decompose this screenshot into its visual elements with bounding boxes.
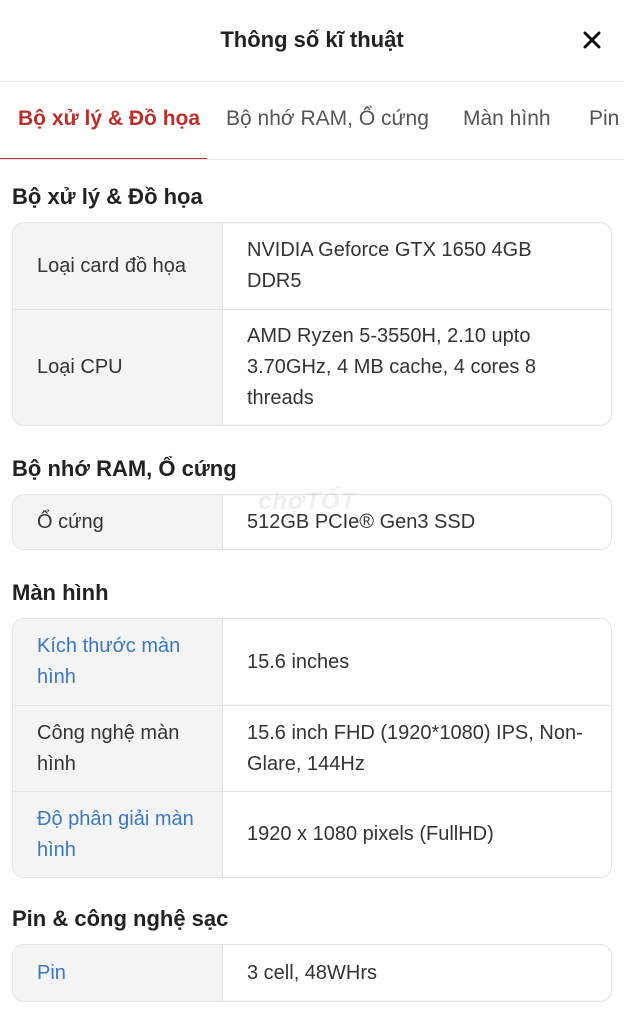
spec-table-processor: Loại card đồ họa NVIDIA Geforce GTX 1650… <box>12 222 612 426</box>
spec-label-storage: Ổ cứng <box>13 495 223 549</box>
spec-value-cpu: AMD Ryzen 5-3550H, 2.10 upto 3.70GHz, 4 … <box>247 325 537 409</box>
tab-processor-graphics[interactable]: Bộ xử lý & Đồ họa <box>18 107 200 131</box>
spec-row: Công nghệ màn hình 15.6 inch FHD (1920*1… <box>13 705 611 791</box>
spec-label-screen-tech: Công nghệ màn hình <box>13 706 223 791</box>
spec-value-resolution: 1920 x 1080 pixels (FullHD) <box>247 823 494 845</box>
spec-label-resolution-link[interactable]: Độ phân giải màn hình <box>13 792 223 877</box>
spec-table-battery: Pin 3 cell, 48WHrs <box>12 944 612 1002</box>
spec-value-gpu: NVIDIA Geforce GTX 1650 4GB DDR5 <box>247 239 532 292</box>
spec-label-battery-link[interactable]: Pin <box>13 945 223 1001</box>
spec-label-gpu: Loại card đồ họa <box>13 223 223 309</box>
spec-table-display: Kích thước màn hình 15.6 inches Công ngh… <box>12 618 612 878</box>
spec-value-screen-size: 15.6 inches <box>247 650 350 673</box>
section-title-display: Màn hình <box>12 580 109 605</box>
spec-label-screen-size-link[interactable]: Kích thước màn hình <box>13 619 223 705</box>
spec-row: Loại card đồ họa NVIDIA Geforce GTX 1650… <box>13 223 611 309</box>
tab-display[interactable]: Màn hình <box>463 107 551 131</box>
active-tab-indicator <box>0 158 207 159</box>
watermark-logo: chợTỐT <box>258 488 357 515</box>
section-title-processor: Bộ xử lý & Đồ họa <box>12 184 203 209</box>
spec-value-screen-tech: 15.6 inch FHD (1920*1080) IPS, Non-Glare… <box>247 721 583 775</box>
spec-row: Kích thước màn hình 15.6 inches <box>13 619 611 705</box>
spec-label-cpu: Loại CPU <box>13 310 223 425</box>
spec-row: Pin 3 cell, 48WHrs <box>13 945 611 1001</box>
spec-row: Loại CPU AMD Ryzen 5-3550H, 2.10 upto 3.… <box>13 309 611 425</box>
tab-bar: Bộ xử lý & Đồ họa Bộ nhớ RAM, Ổ cứng Màn… <box>0 82 624 160</box>
tab-ram-storage[interactable]: Bộ nhớ RAM, Ổ cứng <box>226 107 429 131</box>
section-title-battery: Pin & công nghệ sạc <box>12 906 229 931</box>
close-button[interactable] <box>578 26 606 54</box>
spec-row: Độ phân giải màn hình 1920 x 1080 pixels… <box>13 791 611 877</box>
modal-title: Thông số kĩ thuật <box>220 27 404 52</box>
modal-header: Thông số kĩ thuật <box>0 0 624 82</box>
spec-value-battery: 3 cell, 48WHrs <box>247 961 378 984</box>
close-icon <box>583 31 601 49</box>
section-title-storage: Bộ nhớ RAM, Ổ cứng <box>12 456 237 481</box>
tab-battery[interactable]: Pin <box>589 107 619 131</box>
